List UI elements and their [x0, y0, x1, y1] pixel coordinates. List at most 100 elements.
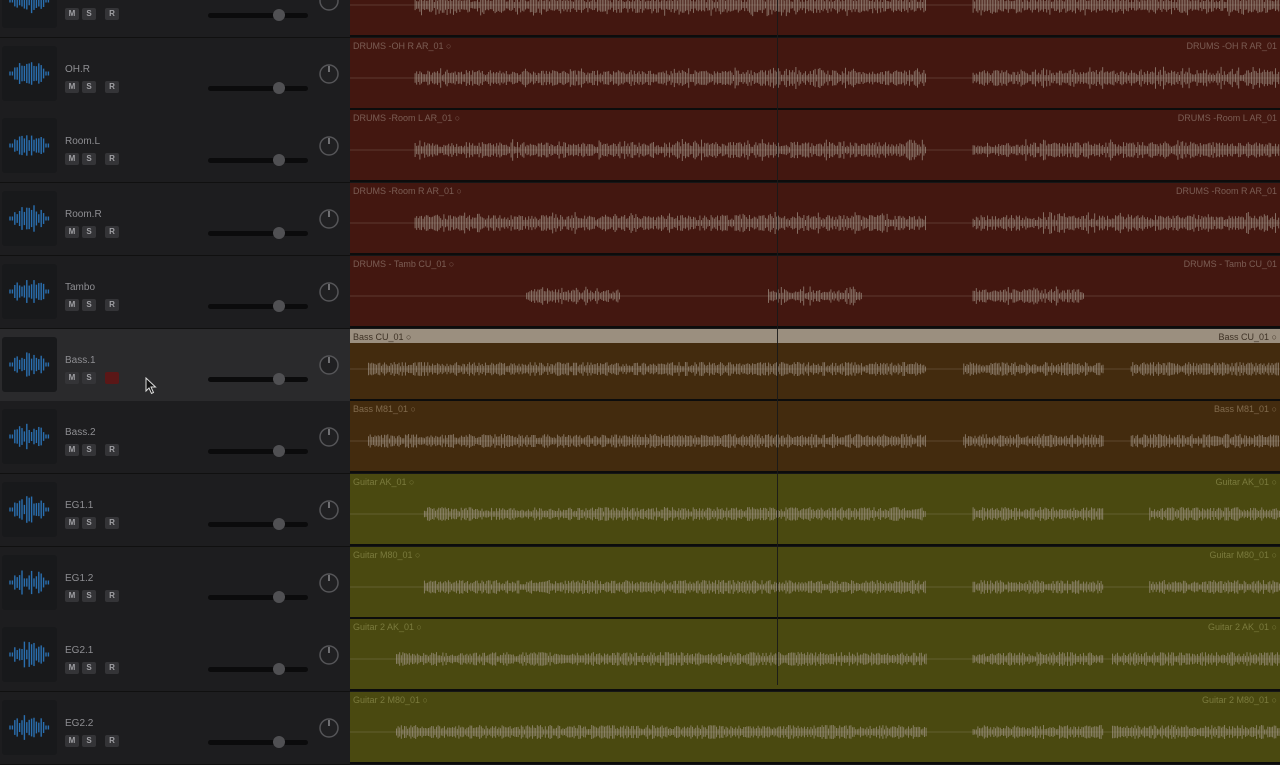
- pan-knob[interactable]: [318, 717, 340, 739]
- loop-icon: ○: [403, 331, 412, 342]
- region-lane[interactable]: DRUMS - Tamb CU_01 ○ DRUMS - Tamb CU_01: [350, 255, 1280, 328]
- track-name[interactable]: EG1.2: [65, 573, 93, 584]
- track-header[interactable]: Room.L M S R: [0, 110, 350, 184]
- record-arm-button[interactable]: R: [105, 444, 119, 457]
- pan-knob[interactable]: [318, 426, 340, 448]
- mute-button[interactable]: M: [65, 226, 79, 239]
- volume-slider[interactable]: [208, 663, 308, 676]
- record-arm-button[interactable]: R: [105, 298, 119, 311]
- record-arm-button[interactable]: R: [105, 153, 119, 166]
- volume-slider[interactable]: [208, 372, 308, 385]
- track-header[interactable]: EG2.2 M S R: [0, 692, 350, 765]
- record-arm-button[interactable]: R: [105, 516, 119, 529]
- record-arm-button[interactable]: R: [105, 8, 119, 20]
- pan-knob[interactable]: [318, 354, 340, 376]
- volume-slider[interactable]: [208, 517, 308, 530]
- volume-slider[interactable]: [208, 9, 308, 21]
- region-lane[interactable]: Bass CU_01 ○ Bass CU_01 ○: [350, 328, 1280, 401]
- pan-knob[interactable]: [318, 135, 340, 157]
- mute-button[interactable]: M: [65, 298, 79, 311]
- solo-button[interactable]: S: [82, 589, 96, 602]
- solo-button[interactable]: S: [82, 662, 96, 675]
- volume-slider-handle[interactable]: [273, 590, 285, 603]
- region-lane[interactable]: Guitar M80_01 ○ Guitar M80_01 ○: [350, 546, 1280, 619]
- mute-button[interactable]: M: [65, 444, 79, 457]
- track-name[interactable]: OH.L: [65, 0, 88, 2]
- track-name[interactable]: Room.L: [65, 136, 100, 147]
- mute-button[interactable]: M: [65, 589, 79, 602]
- record-arm-button[interactable]: [105, 371, 119, 384]
- record-arm-button[interactable]: R: [105, 735, 119, 747]
- pan-knob[interactable]: [318, 208, 340, 230]
- pan-knob[interactable]: [318, 499, 340, 521]
- track-name[interactable]: Bass.1: [65, 355, 96, 366]
- solo-button[interactable]: S: [82, 8, 96, 20]
- track-header[interactable]: Tambo M S R: [0, 255, 350, 329]
- track-header[interactable]: Room.R M S R: [0, 183, 350, 257]
- region-lane[interactable]: Bass M81_01 ○ Bass M81_01 ○: [350, 401, 1280, 474]
- mute-button[interactable]: M: [65, 153, 79, 166]
- track-name[interactable]: EG1.1: [65, 500, 93, 511]
- record-arm-button[interactable]: R: [105, 80, 119, 93]
- solo-button[interactable]: S: [82, 80, 96, 93]
- mute-button[interactable]: M: [65, 8, 79, 20]
- track-name[interactable]: EG2.1: [65, 645, 93, 656]
- region-lane[interactable]: DRUMS -Room L AR_01 ○ DRUMS -Room L AR_01: [350, 110, 1280, 183]
- volume-slider[interactable]: [208, 227, 308, 240]
- track-header[interactable]: OH.R M S R: [0, 37, 350, 111]
- track-name[interactable]: Room.R: [65, 209, 102, 220]
- volume-slider-handle[interactable]: [273, 517, 285, 530]
- solo-button[interactable]: S: [82, 516, 96, 529]
- pan-knob[interactable]: [318, 0, 340, 12]
- solo-button[interactable]: S: [82, 298, 96, 311]
- solo-button[interactable]: S: [82, 444, 96, 457]
- volume-slider[interactable]: [208, 736, 308, 748]
- pan-knob[interactable]: [318, 281, 340, 303]
- mute-button[interactable]: M: [65, 516, 79, 529]
- solo-button[interactable]: S: [82, 735, 96, 747]
- solo-button[interactable]: S: [82, 371, 96, 384]
- track-header[interactable]: EG2.1 M S R: [0, 619, 350, 693]
- pan-knob[interactable]: [318, 63, 340, 85]
- track-header[interactable]: OH.L MSR: [0, 0, 350, 38]
- volume-slider-handle[interactable]: [273, 445, 285, 458]
- volume-slider-handle[interactable]: [273, 227, 285, 240]
- volume-slider-handle[interactable]: [273, 9, 285, 21]
- volume-slider[interactable]: [208, 590, 308, 603]
- record-arm-button[interactable]: R: [105, 226, 119, 239]
- volume-slider-handle[interactable]: [273, 663, 285, 676]
- track-name[interactable]: OH.R: [65, 64, 90, 75]
- region-lane[interactable]: Guitar AK_01 ○ Guitar AK_01 ○: [350, 473, 1280, 546]
- track-header[interactable]: Bass.2 M S R: [0, 401, 350, 475]
- solo-button[interactable]: S: [82, 226, 96, 239]
- track-name[interactable]: Tambo: [65, 282, 95, 293]
- mute-button[interactable]: M: [65, 80, 79, 93]
- record-arm-button[interactable]: R: [105, 662, 119, 675]
- volume-slider-handle[interactable]: [273, 299, 285, 312]
- solo-button[interactable]: S: [82, 153, 96, 166]
- volume-slider[interactable]: [208, 445, 308, 458]
- region-lane[interactable]: Guitar 2 AK_01 ○ Guitar 2 AK_01 ○: [350, 619, 1280, 692]
- region-lane[interactable]: Guitar 2 M80_01 ○ Guitar 2 M80_01 ○: [350, 692, 1280, 764]
- volume-slider-handle[interactable]: [273, 372, 285, 385]
- pan-knob[interactable]: [318, 644, 340, 666]
- mute-button[interactable]: M: [65, 662, 79, 675]
- track-name[interactable]: Bass.2: [65, 427, 96, 438]
- region-lane[interactable]: DRUMS -Room R AR_01 ○ DRUMS -Room R AR_01: [350, 183, 1280, 256]
- volume-slider[interactable]: [208, 154, 308, 167]
- track-header[interactable]: EG1.2 M S R: [0, 546, 350, 620]
- pan-knob[interactable]: [318, 572, 340, 594]
- mute-button[interactable]: M: [65, 371, 79, 384]
- track-header[interactable]: Bass.1 M S: [0, 328, 350, 402]
- region-lane[interactable]: DRUMS -OH R AR_01 ○ DRUMS -OH R AR_01: [350, 37, 1280, 110]
- record-arm-button[interactable]: R: [105, 589, 119, 602]
- track-header[interactable]: EG1.1 M S R: [0, 473, 350, 547]
- volume-slider-handle[interactable]: [273, 81, 285, 94]
- region-lane[interactable]: DRUMS -OH L AR_01 ○DRUMS -OH L AR_01: [350, 0, 1280, 37]
- volume-slider[interactable]: [208, 299, 308, 312]
- playhead[interactable]: [777, 0, 778, 685]
- volume-slider-handle[interactable]: [273, 154, 285, 167]
- mute-button[interactable]: M: [65, 735, 79, 747]
- volume-slider-handle[interactable]: [273, 736, 285, 748]
- volume-slider[interactable]: [208, 81, 308, 94]
